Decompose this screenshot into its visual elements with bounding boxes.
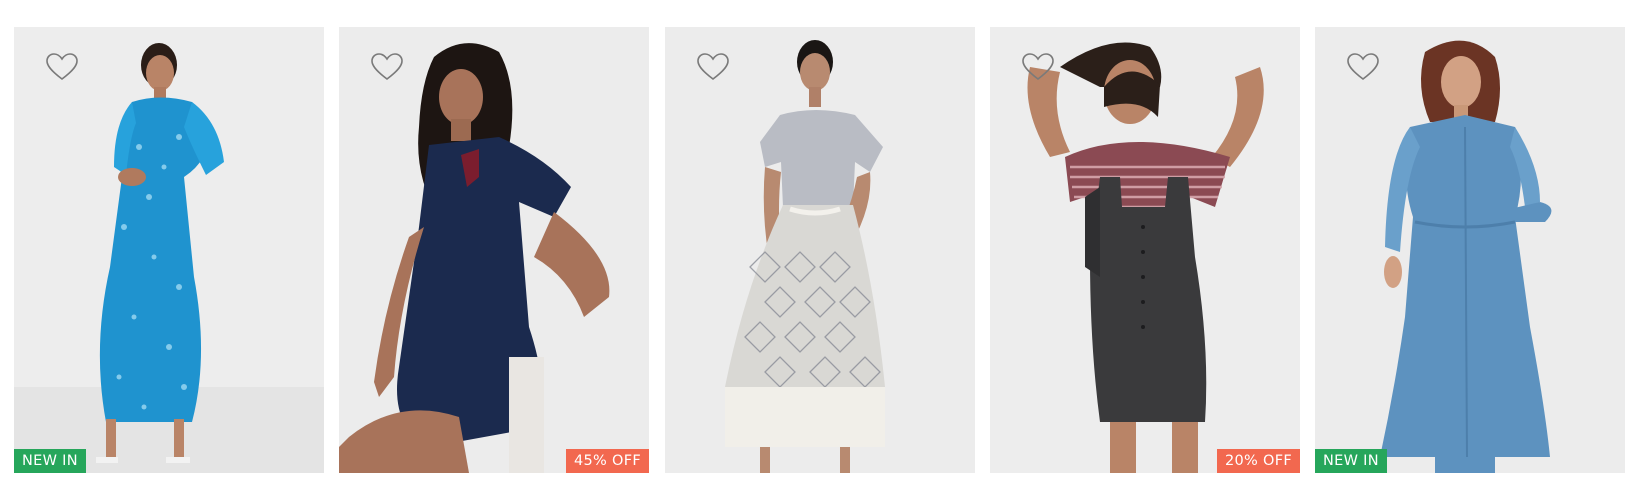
product-badge: 20% OFF xyxy=(1216,449,1300,473)
product-badge: 45% OFF xyxy=(565,449,649,473)
product-card[interactable]: 20% OFF xyxy=(990,27,1300,473)
product-card[interactable]: NEW IN xyxy=(14,27,324,473)
product-image[interactable] xyxy=(1315,27,1625,473)
product-image[interactable] xyxy=(665,27,975,473)
product-badge: NEW IN xyxy=(14,449,86,473)
product-grid: NEW IN 45% OFF 20% OFF NEW IN xyxy=(0,0,1640,497)
wishlist-heart-icon[interactable] xyxy=(1345,51,1381,83)
product-badge: NEW IN xyxy=(1315,449,1387,473)
product-card[interactable]: NEW IN xyxy=(1315,27,1625,473)
product-image[interactable] xyxy=(339,27,649,473)
wishlist-heart-icon[interactable] xyxy=(369,51,405,83)
product-image[interactable] xyxy=(990,27,1300,473)
product-card[interactable]: 45% OFF xyxy=(339,27,649,473)
product-card[interactable] xyxy=(665,27,975,473)
product-image[interactable] xyxy=(14,27,324,473)
wishlist-heart-icon[interactable] xyxy=(44,51,80,83)
wishlist-heart-icon[interactable] xyxy=(1020,51,1056,83)
wishlist-heart-icon[interactable] xyxy=(695,51,731,83)
